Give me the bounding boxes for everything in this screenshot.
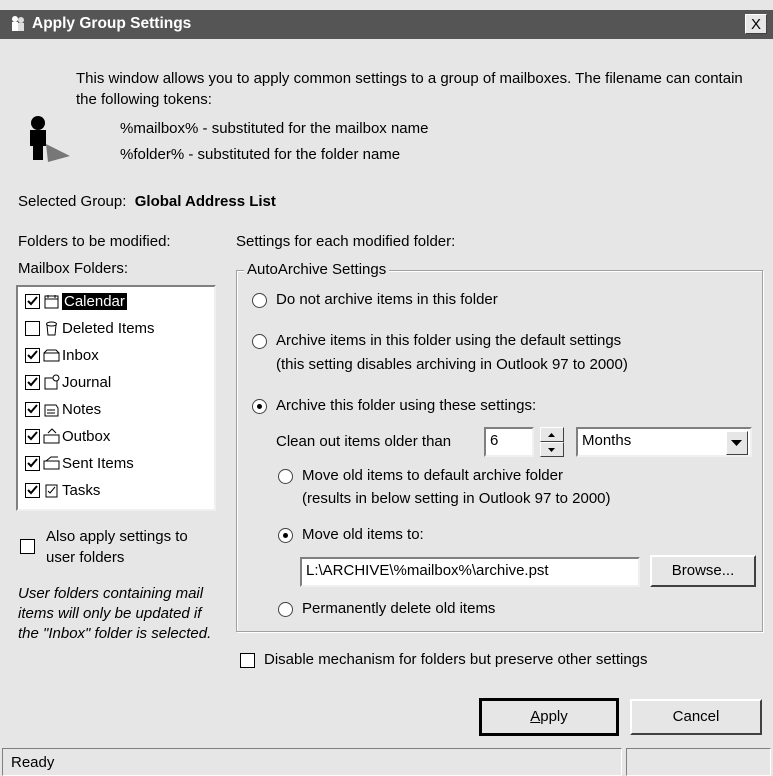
folder-label: Journal [62, 373, 112, 391]
disable-mechanism-checkbox[interactable] [240, 653, 255, 668]
sent-items-icon [43, 456, 60, 469]
mailbox-folders-heading: Mailbox Folders: [18, 260, 129, 277]
status-pane-secondary [626, 748, 771, 776]
move-default-note: (results in below setting in Outlook 97 … [302, 490, 611, 507]
selected-group: Selected Group: Global Address List [18, 193, 276, 210]
apply-button[interactable]: Apply [479, 698, 619, 736]
move-to-radio[interactable] [278, 528, 293, 543]
tasks-icon [45, 484, 58, 497]
folder-tree[interactable]: Calendar Deleted Items Inbox Journal Not… [16, 285, 216, 511]
period-select[interactable]: Months [576, 427, 752, 457]
token-folder: %folder% - substituted for the folder na… [120, 146, 401, 163]
cancel-button[interactable]: Cancel [630, 699, 762, 735]
close-button[interactable]: X [745, 14, 767, 34]
clean-out-label: Clean out items older than [276, 433, 452, 450]
folder-item-journal[interactable]: Journal [25, 370, 111, 394]
notes-icon [44, 404, 59, 416]
person-icon [30, 116, 70, 162]
folder-item-sent-items[interactable]: Sent Items [25, 451, 134, 475]
period-select-value: Months [582, 432, 632, 449]
notes-checkbox[interactable] [25, 401, 40, 417]
also-apply-checkbox[interactable] [20, 539, 35, 554]
checkmark-icon [27, 484, 38, 494]
selected-group-label: Selected Group: [18, 193, 127, 210]
calendar-checkbox[interactable] [25, 293, 40, 309]
sent-items-checkbox[interactable] [25, 455, 40, 471]
checkmark-icon [27, 430, 38, 440]
clean-out-spinner[interactable] [540, 427, 564, 457]
selected-group-value: Global Address List [134, 193, 276, 210]
checkmark-icon [27, 295, 38, 305]
folder-item-outbox[interactable]: Outbox [25, 424, 110, 448]
apply-label: pply [540, 708, 568, 725]
clean-out-value-input[interactable]: 6 [484, 427, 534, 457]
journal-checkbox[interactable] [25, 374, 40, 390]
folder-item-notes[interactable]: Notes [25, 397, 101, 421]
browse-button[interactable]: Browse... [650, 555, 756, 587]
status-bar: Ready [0, 745, 773, 776]
user-folders-note: User folders containing mail items will … [18, 585, 212, 642]
window-title: Apply Group Settings [32, 15, 192, 32]
folder-label: Tasks [62, 481, 101, 499]
folder-label: Calendar [62, 292, 127, 310]
intro-text: This window allows you to apply common s… [76, 70, 743, 108]
inbox-icon [43, 349, 60, 361]
status-text: Ready [2, 748, 622, 776]
folder-item-deleted-items[interactable]: Deleted Items [25, 316, 155, 340]
also-apply-label-2: user folders [46, 549, 125, 566]
tasks-checkbox[interactable] [25, 482, 40, 498]
trash-icon [46, 321, 57, 335]
close-icon: X [750, 16, 761, 33]
delete-label: Permanently delete old items [302, 600, 496, 617]
chevron-down-icon [731, 440, 742, 446]
folder-label: Deleted Items [62, 319, 155, 337]
no-archive-label: Do not archive items in this folder [276, 291, 498, 308]
spin-up-button[interactable] [540, 427, 564, 442]
apply-group-settings-window: Apply Group Settings X This window allow… [0, 0, 773, 776]
move-to-label: Move old items to: [302, 526, 424, 543]
folder-label: Sent Items [62, 454, 134, 472]
autoarchive-title: AutoArchive Settings [244, 261, 390, 278]
archive-path-input[interactable]: L:\ARCHIVE\%mailbox%\archive.pst [300, 557, 640, 587]
folder-item-tasks[interactable]: Tasks [25, 478, 100, 502]
deleted-items-checkbox[interactable] [25, 320, 40, 336]
checkmark-icon [27, 457, 38, 467]
folder-label: Notes [62, 400, 102, 418]
custom-archive-radio[interactable] [252, 399, 267, 414]
spin-down-button[interactable] [540, 442, 564, 457]
checkmark-icon [27, 403, 38, 413]
journal-icon [44, 374, 60, 389]
checkmark-icon [27, 376, 38, 386]
outbox-checkbox[interactable] [25, 428, 40, 444]
token-mailbox: %mailbox% - substituted for the mailbox … [120, 120, 429, 137]
folders-heading: Folders to be modified: [18, 233, 171, 250]
dropdown-button[interactable] [726, 431, 748, 455]
disable-mechanism-label: Disable mechanism for folders but preser… [264, 651, 648, 668]
inbox-checkbox[interactable] [25, 347, 40, 363]
custom-archive-label: Archive this folder using these settings… [276, 397, 537, 414]
move-default-radio[interactable] [278, 469, 293, 484]
settings-heading: Settings for each modified folder: [236, 233, 456, 250]
title-bar: Apply Group Settings X [0, 10, 773, 39]
outbox-icon [43, 427, 60, 443]
arrow-up-icon [548, 433, 555, 437]
no-archive-radio[interactable] [252, 293, 267, 308]
default-archive-label: Archive items in this folder using the d… [276, 332, 622, 349]
folder-label: Inbox [62, 346, 99, 364]
also-apply-label-1: Also apply settings to [46, 528, 188, 545]
folder-item-calendar[interactable]: Calendar [25, 289, 127, 313]
folder-item-inbox[interactable]: Inbox [25, 343, 99, 367]
calendar-icon [44, 294, 59, 308]
users-icon [12, 16, 24, 31]
default-archive-radio[interactable] [252, 334, 267, 349]
folder-label: Outbox [62, 427, 111, 445]
default-archive-note: (this setting disables archiving in Outl… [276, 356, 628, 373]
checkmark-icon [27, 349, 38, 359]
move-default-label: Move old items to default archive folder [302, 467, 563, 484]
arrow-down-icon [548, 448, 555, 452]
delete-radio[interactable] [278, 602, 293, 617]
